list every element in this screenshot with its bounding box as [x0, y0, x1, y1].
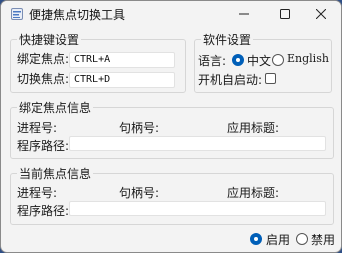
minimize-icon	[239, 13, 249, 15]
bound-apptitle-label: 应用标题:	[227, 121, 280, 135]
switch-focus-label: 切换焦点:	[17, 72, 70, 86]
app-window: 便捷焦点切换工具 快捷键设置 绑定焦点: CTRL+A 切换焦点: CTRL+D…	[0, 0, 342, 253]
close-button[interactable]	[301, 1, 341, 27]
enable-label[interactable]: 启用	[266, 231, 290, 248]
bound-pid-label: 进程号:	[17, 121, 58, 135]
switch-hotkey-input[interactable]: CTRL+D	[69, 72, 175, 88]
app-icon	[11, 8, 23, 20]
current-handle-label: 句柄号:	[119, 186, 160, 200]
maximize-button[interactable]	[265, 1, 305, 27]
language-chinese-label[interactable]: 中文	[247, 52, 271, 69]
language-label: 语言:	[198, 54, 227, 68]
autostart-label: 开机自启动:	[198, 73, 263, 87]
current-focus-legend: 当前焦点信息	[19, 167, 92, 181]
current-path-field[interactable]	[69, 201, 326, 216]
close-icon	[316, 9, 326, 19]
bound-path-field[interactable]	[69, 136, 326, 151]
current-path-label: 程序路径:	[17, 204, 70, 218]
autostart-checkbox[interactable]	[265, 73, 276, 84]
disable-radio[interactable]	[296, 233, 308, 245]
shortcut-settings-legend: 快捷键设置	[19, 33, 80, 47]
bind-focus-label: 绑定焦点:	[17, 52, 70, 66]
language-english-label[interactable]: English	[287, 52, 329, 65]
current-apptitle-label: 应用标题:	[227, 186, 280, 200]
bound-focus-legend: 绑定焦点信息	[19, 101, 92, 115]
minimize-button[interactable]	[224, 1, 264, 27]
language-english-radio[interactable]	[272, 54, 284, 66]
bound-handle-label: 句柄号:	[119, 121, 160, 135]
disable-label[interactable]: 禁用	[311, 231, 335, 248]
maximize-icon	[280, 9, 290, 19]
enable-radio[interactable]	[250, 233, 262, 245]
bind-hotkey-input[interactable]: CTRL+A	[69, 52, 175, 68]
current-pid-label: 进程号:	[17, 186, 58, 200]
title-bar[interactable]: 便捷焦点切换工具	[1, 1, 341, 27]
bound-path-label: 程序路径:	[17, 139, 70, 153]
language-chinese-radio[interactable]	[232, 54, 244, 66]
window-title: 便捷焦点切换工具	[29, 8, 126, 22]
software-settings-legend: 软件设置	[203, 33, 252, 47]
